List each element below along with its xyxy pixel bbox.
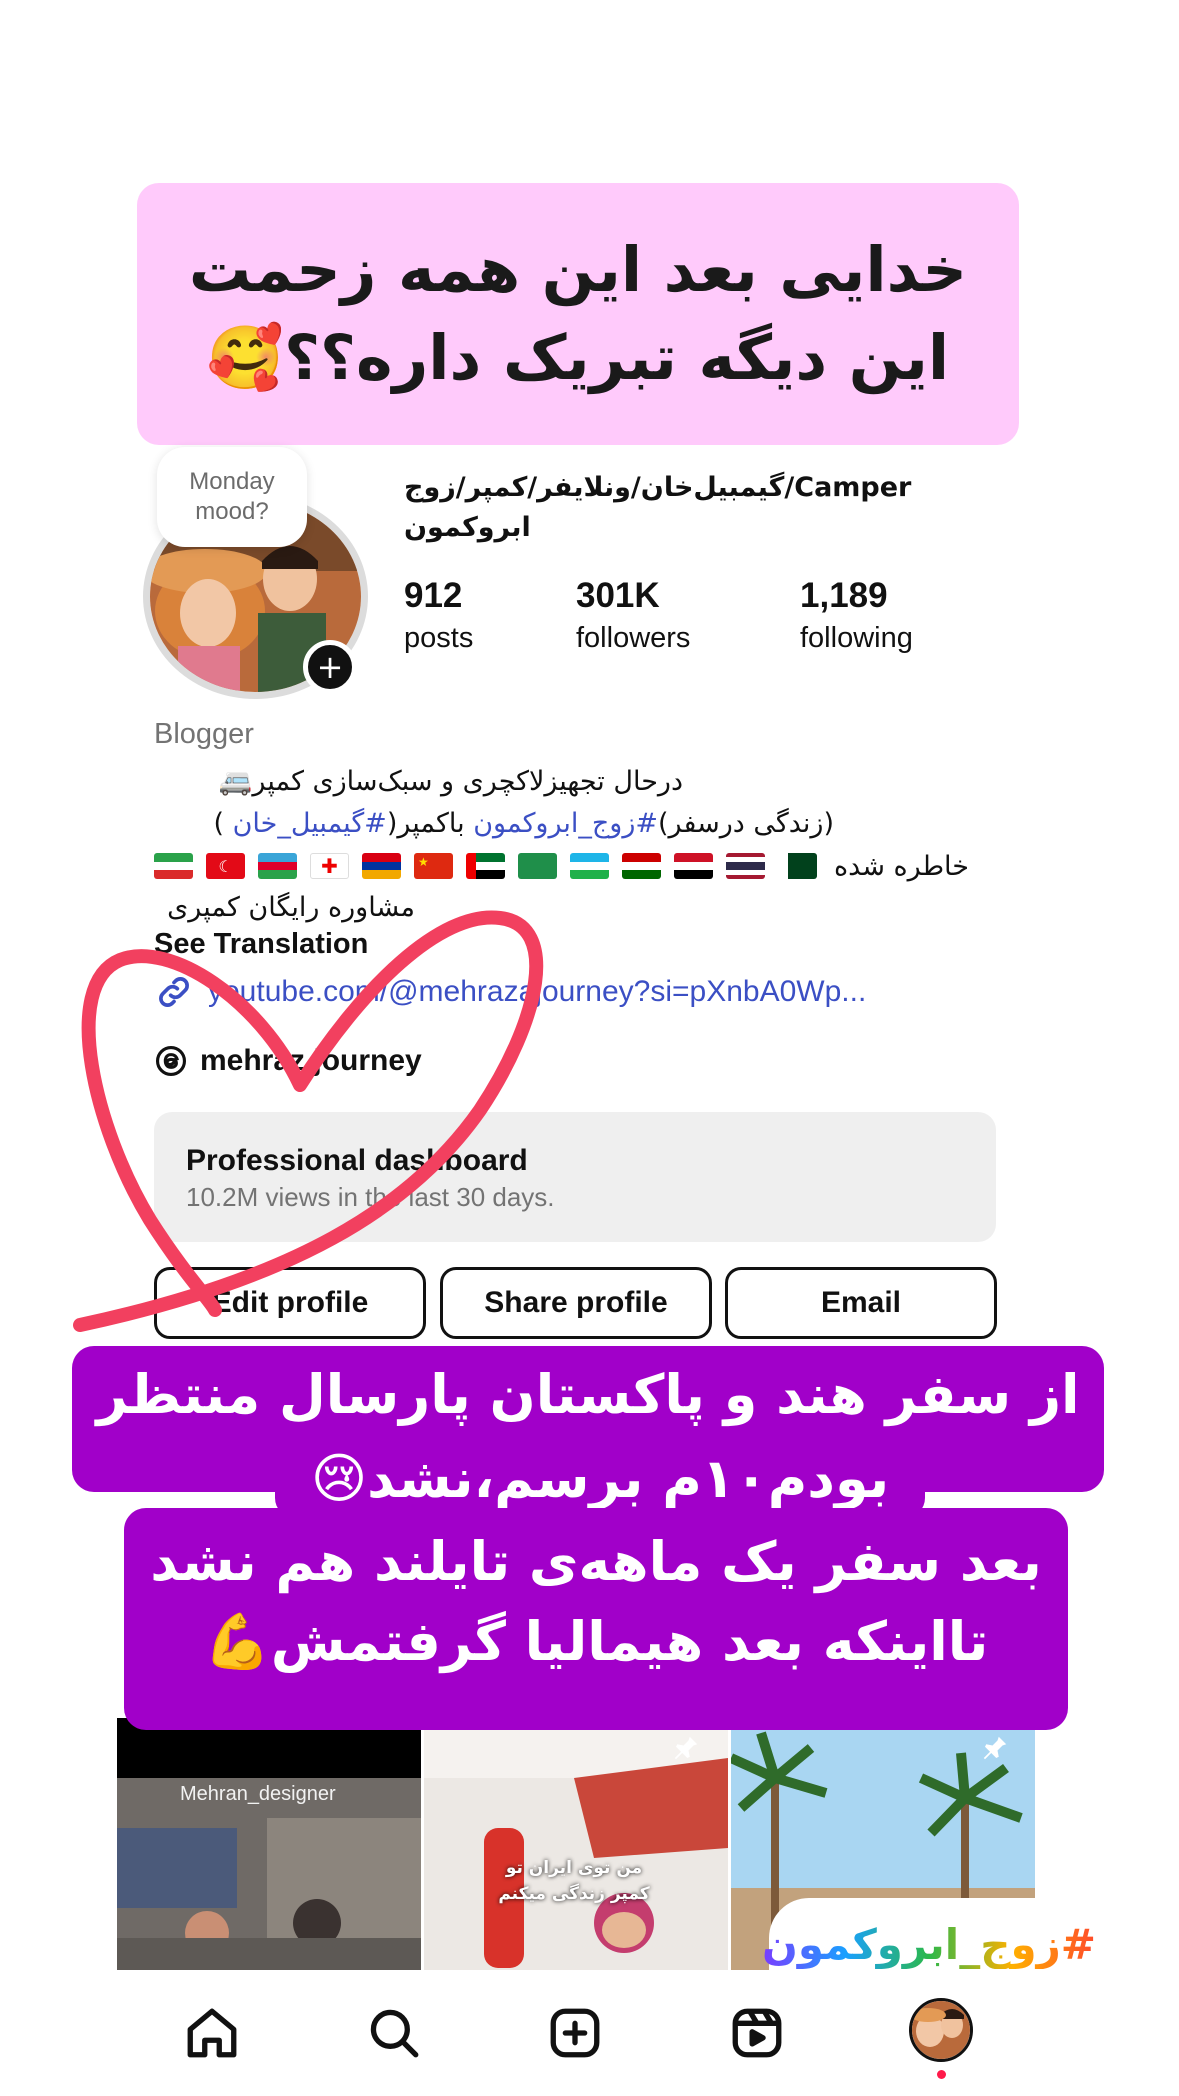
email-button[interactable]: Email bbox=[725, 1267, 997, 1339]
bio-link[interactable]: youtube.com/@mehrazajourney?si=pXnbA0Wp.… bbox=[154, 972, 866, 1012]
stat-followers[interactable]: 301K followers bbox=[576, 574, 690, 658]
add-story-plus-icon[interactable]: + bbox=[303, 640, 357, 694]
bio-text: (زندگی درسفر) bbox=[658, 808, 834, 839]
search-icon[interactable] bbox=[364, 2003, 424, 2063]
pin-icon bbox=[674, 1736, 698, 1760]
note-text: mood? bbox=[195, 498, 269, 525]
post-thumbnail[interactable] bbox=[117, 1718, 421, 1970]
bio-line-hashtags: (زندگی درسفر)#زوج_ابروکمون باکمپر(#گیمبی… bbox=[213, 804, 834, 844]
stat-posts[interactable]: 912 posts bbox=[404, 574, 473, 658]
flag-georgia-icon: ✚ bbox=[310, 853, 349, 879]
note-bubble[interactable]: Monday mood? bbox=[157, 447, 307, 547]
following-count: 1,189 bbox=[800, 576, 888, 615]
story-caption-top: خدایی بعد این همه زحمت این دیگه تبریک دا… bbox=[137, 183, 1019, 445]
flag-turkey-icon: ☾ bbox=[206, 853, 245, 879]
bio-line: مشاوره رایگان کمپری bbox=[167, 892, 415, 923]
edit-profile-button[interactable]: Edit profile bbox=[154, 1267, 426, 1339]
flag-uzbekistan-icon bbox=[570, 853, 609, 879]
posts-label: posts bbox=[404, 622, 474, 654]
caption-line: این دیگه تبریک داره؟؟🥰 bbox=[206, 321, 950, 394]
dashboard-title: Professional dashboard bbox=[186, 1144, 528, 1177]
flag-iran-icon bbox=[154, 853, 193, 879]
bio-text: ) bbox=[213, 808, 233, 839]
flag-azerbaijan-icon bbox=[258, 853, 297, 879]
flag-tajikistan-icon bbox=[622, 853, 661, 879]
bio-line: درحال تجهیزلاکچری و سبک‌سازی کمپر🚐 bbox=[218, 766, 683, 797]
reels-icon[interactable] bbox=[727, 2003, 787, 2063]
professional-dashboard[interactable]: Professional dashboard 10.2M views in th… bbox=[154, 1112, 996, 1242]
flag-iraq-icon bbox=[674, 853, 713, 879]
home-icon[interactable] bbox=[182, 2003, 242, 2063]
following-label: following bbox=[800, 622, 913, 654]
flag-pakistan-icon bbox=[778, 853, 817, 879]
caption-line: بودم۱۰م برسم،نشد😢 bbox=[310, 1447, 890, 1510]
followers-label: followers bbox=[576, 622, 691, 654]
posts-count: 912 bbox=[404, 576, 463, 615]
link-url: youtube.com/@mehrazajourney?si=pXnbA0Wp.… bbox=[208, 975, 867, 1008]
caption-line: خدایی بعد این همه زحمت bbox=[188, 233, 968, 306]
pin-icon bbox=[983, 1736, 1007, 1760]
flag-uae-icon bbox=[466, 853, 505, 879]
post-caption: Mehran_designer bbox=[180, 1783, 336, 1805]
bio-category: Blogger bbox=[154, 718, 254, 750]
link-icon bbox=[159, 977, 189, 1007]
caption-line: بعد سفر یک ماهه‌ی تایلند هم نشد bbox=[150, 1530, 1042, 1593]
see-translation-button[interactable]: See Translation bbox=[154, 928, 368, 961]
flag-armenia-icon bbox=[362, 853, 401, 879]
note-text: Monday bbox=[189, 468, 275, 495]
threads-icon bbox=[155, 1045, 187, 1077]
caption-line: از سفر هند و پاکستان پارسال منتظر bbox=[96, 1363, 1080, 1426]
profile-tab-avatar[interactable] bbox=[909, 1998, 973, 2062]
notification-dot bbox=[937, 2070, 946, 2079]
flag-thailand-icon bbox=[726, 853, 765, 879]
bio-text: باکمپر( bbox=[386, 808, 474, 839]
flags-row: ☾ ✚ ★ خاطره شده bbox=[154, 846, 969, 886]
dashboard-subtitle: 10.2M views in the last 30 days. bbox=[186, 1182, 555, 1212]
hashtag-text: #زوج_ابروکمون bbox=[762, 1919, 1096, 1969]
create-post-icon[interactable] bbox=[545, 2003, 605, 2063]
post-caption: من توی ایران تو کمپر زندگی میکنم bbox=[498, 1858, 650, 1904]
profile-name: گیمبیل‌خان/ونلایفر/کمپر/زوج/Camper ابروک… bbox=[404, 472, 912, 543]
stat-following[interactable]: 1,189 following bbox=[800, 574, 913, 658]
threads-link[interactable]: mehraz.journey bbox=[154, 1044, 422, 1078]
flag-china-icon: ★ bbox=[414, 853, 453, 879]
threads-username: mehraz.journey bbox=[200, 1044, 422, 1077]
caption-line: تااینکه بعد هیمالیا گرفتمش💪 bbox=[203, 1610, 989, 1673]
hashtag-link[interactable]: #زوج_ابروکمون bbox=[473, 808, 658, 839]
followers-count: 301K bbox=[576, 576, 660, 615]
share-profile-button[interactable]: Share profile bbox=[440, 1267, 712, 1339]
hashtag-link[interactable]: #گیمبیل_خان bbox=[233, 808, 387, 839]
flags-label: خاطره شده bbox=[834, 850, 969, 882]
flag-turkmenistan-icon bbox=[518, 853, 557, 879]
